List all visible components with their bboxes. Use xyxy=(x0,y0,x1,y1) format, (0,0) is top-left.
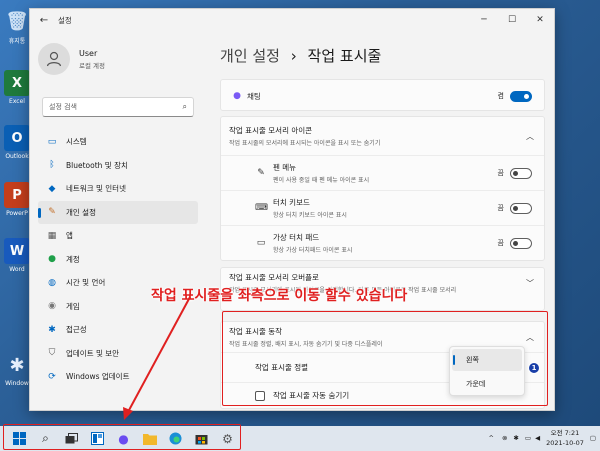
settings-icon[interactable]: ⚙ xyxy=(220,431,235,446)
edge-icon[interactable] xyxy=(168,431,183,446)
system-tray: ^ ⊗ ✱ ▭ ◀ 오전 7:21 2021-10-07 ▢ xyxy=(489,428,596,448)
widgets-icon[interactable] xyxy=(90,431,105,446)
task-view-icon[interactable] xyxy=(64,431,79,446)
notification-icon[interactable]: ▢ xyxy=(590,434,596,442)
tray-overflow-chevron-icon[interactable]: ^ xyxy=(489,434,494,442)
volume-icon[interactable]: ◀ xyxy=(535,434,540,442)
clock-time: 오전 7:21 xyxy=(550,429,580,437)
annotation-arrow xyxy=(123,296,191,420)
taskbar: ⌕ ● ⚙ ^ ⊗ ✱ ▭ ◀ 오전 7:21 2021-10-07 ▢ xyxy=(0,424,600,451)
search-icon[interactable]: ⌕ xyxy=(38,431,53,446)
notification-blocked-icon[interactable]: ⊗ xyxy=(502,434,507,442)
bluetooth-tray-icon[interactable]: ✱ xyxy=(513,434,518,442)
network-icon[interactable]: ▭ xyxy=(525,434,531,442)
file-explorer-icon[interactable] xyxy=(142,431,157,446)
clock-date: 2021-10-07 xyxy=(546,439,584,447)
windows-start-icon[interactable] xyxy=(12,431,27,446)
clock[interactable]: 오전 7:21 2021-10-07 xyxy=(546,428,584,448)
store-icon[interactable] xyxy=(194,431,209,446)
chat-icon[interactable]: ● xyxy=(116,431,131,446)
